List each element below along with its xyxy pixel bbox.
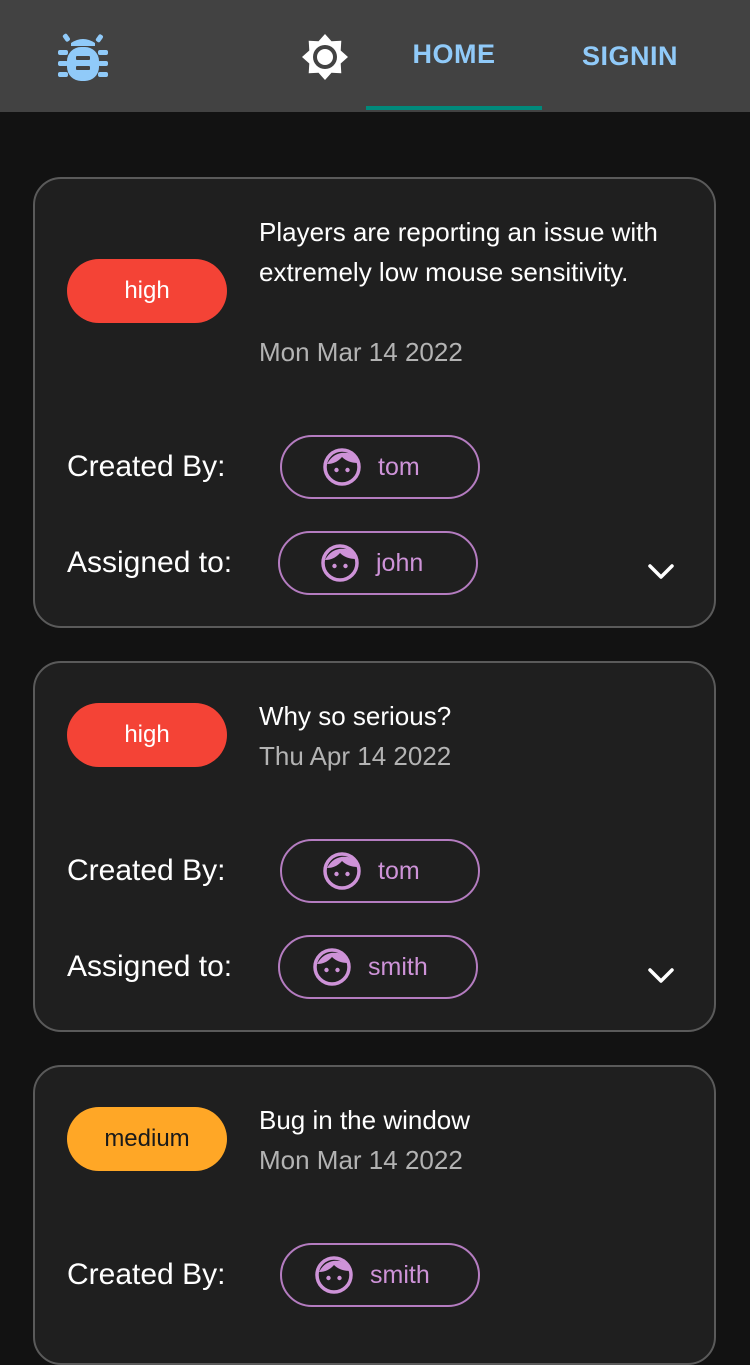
created-by-label: Created By: <box>67 1258 226 1291</box>
created-by-label: Created By: <box>67 450 226 483</box>
assignee-chip[interactable]: smith <box>278 935 478 999</box>
assignee-chip[interactable]: john <box>278 531 478 595</box>
creator-name: tom <box>378 856 420 885</box>
priority-badge: high <box>67 259 227 323</box>
bug-card[interactable]: high Players are reporting an issue with… <box>33 177 716 628</box>
creator-chip[interactable]: tom <box>280 435 480 499</box>
face-icon <box>323 852 361 890</box>
creator-chip[interactable]: smith <box>280 1243 480 1307</box>
assigned-to-label: Assigned to: <box>67 950 233 983</box>
brightness-icon[interactable] <box>300 32 350 82</box>
chevron-down-icon[interactable] <box>645 959 677 991</box>
tab-signin-label: SIGNIN <box>581 40 678 71</box>
bug-card[interactable]: medium Bug in the window Mon Mar 14 2022… <box>33 1065 716 1365</box>
bug-description: Why so serious? <box>259 701 452 731</box>
creator-name: tom <box>378 452 420 481</box>
chevron-down-icon[interactable] <box>645 555 677 587</box>
face-icon <box>313 948 351 986</box>
priority-badge: high <box>67 703 227 767</box>
assigned-to-label: Assigned to: <box>67 546 233 579</box>
creator-chip[interactable]: tom <box>280 839 480 903</box>
bug-card[interactable]: high Why so serious? Thu Apr 14 2022 Cre… <box>33 661 716 1032</box>
tab-signin[interactable]: SIGNIN <box>542 0 718 112</box>
assignee-name: smith <box>368 952 428 981</box>
priority-badge: medium <box>67 1107 227 1171</box>
creator-name: smith <box>370 1260 430 1289</box>
bug-description: Bug in the window <box>259 1105 471 1135</box>
tab-home-label: HOME <box>412 38 496 69</box>
face-icon <box>321 544 359 582</box>
bug-date: Mon Mar 14 2022 <box>259 1145 463 1175</box>
bug-icon[interactable] <box>57 30 109 86</box>
app-bar: HOME SIGNIN <box>0 0 750 112</box>
bug-date: Mon Mar 14 2022 <box>259 337 463 367</box>
bug-description: Players are reporting an issue with extr… <box>259 217 658 287</box>
created-by-label: Created By: <box>67 854 226 887</box>
assignee-name: john <box>376 548 424 577</box>
tab-home[interactable]: HOME <box>366 0 542 112</box>
face-icon <box>315 1256 353 1294</box>
bug-date: Thu Apr 14 2022 <box>259 741 452 771</box>
active-tab-indicator <box>366 106 542 110</box>
face-icon <box>323 448 361 486</box>
